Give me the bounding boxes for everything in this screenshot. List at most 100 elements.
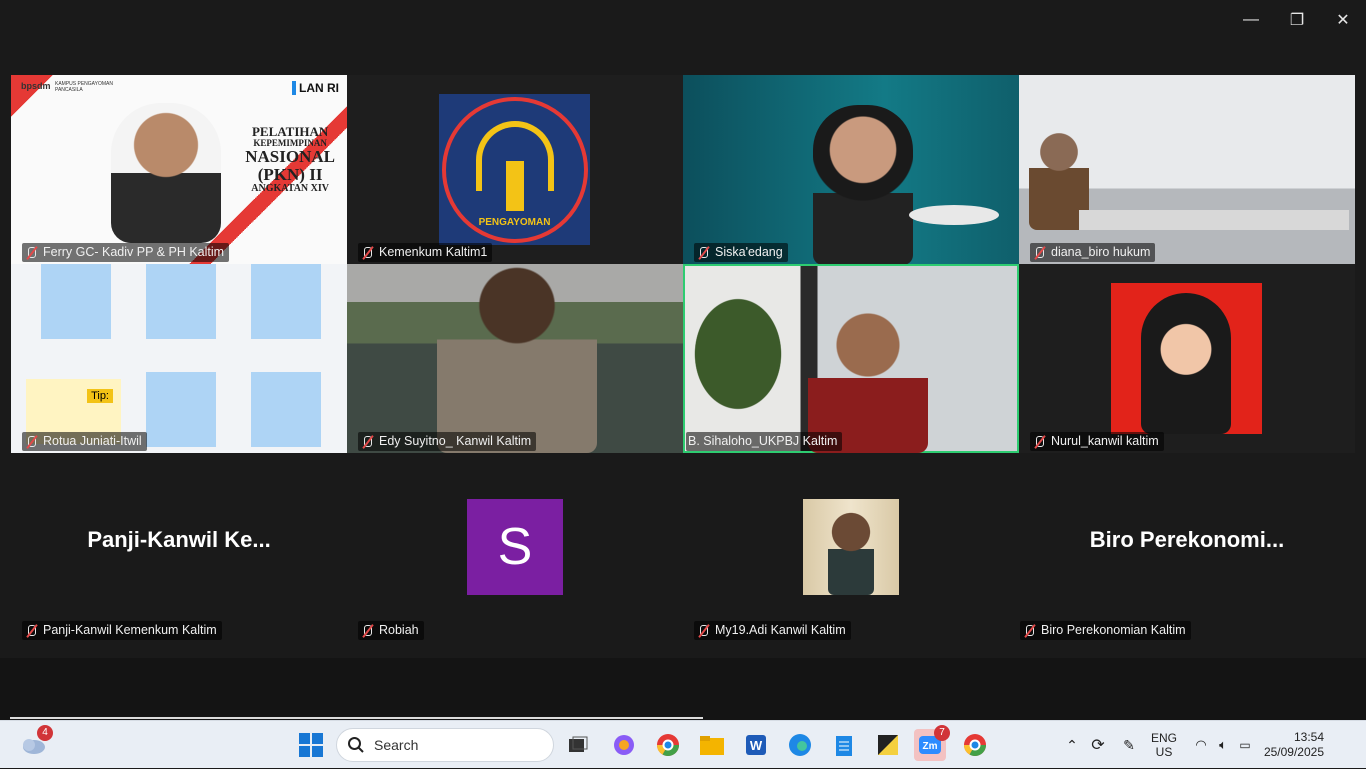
task-view-icon[interactable] — [562, 729, 594, 761]
screen-tutorial-card — [251, 264, 321, 339]
participant-name: Siska'edang — [715, 245, 783, 259]
video-tile-rotua[interactable]: Tip: Rotua Juniati-Itwil — [11, 264, 347, 453]
participant-name: Nurul_kanwil kaltim — [1051, 434, 1159, 448]
file-explorer-icon[interactable] — [696, 729, 728, 761]
language-indicator[interactable]: ENG US — [1144, 731, 1184, 759]
notification-badge: 4 — [37, 725, 53, 741]
avatar — [803, 499, 899, 595]
video-tile-ferry[interactable]: bpsdm KAMPUS PENGAYOMAN PANCASILA LAN RI… — [11, 75, 347, 264]
close-button[interactable]: ✕ — [1320, 0, 1366, 40]
sticky-notes-icon[interactable] — [872, 729, 904, 761]
edge-icon[interactable] — [784, 729, 816, 761]
copilot-icon[interactable] — [608, 729, 640, 761]
screen-tutorial-card — [41, 264, 111, 339]
zoom-icon[interactable]: Zm 7 — [914, 725, 950, 761]
participant-name: diana_biro hukum — [1051, 245, 1151, 259]
chrome-profile-icon[interactable] — [959, 729, 991, 761]
video-tile-biro[interactable]: Biro Perekonomi... Biro Perekonomian Kal… — [1019, 453, 1355, 642]
participant-video — [813, 105, 913, 264]
mic-muted-icon — [1032, 246, 1046, 260]
participant-label: Kemenkum Kaltim1 — [358, 243, 493, 262]
plant — [683, 284, 793, 424]
participant-name: Rotua Juniati-Itwil — [43, 434, 142, 448]
participant-name: B. Sihaloho_UKPBJ Kaltim — [688, 434, 838, 448]
participant-name: Biro Perekonomian Kaltim — [1041, 623, 1186, 637]
participant-label: Ferry GC- Kadiv PP & PH Kaltim — [22, 243, 230, 262]
zoom-meeting-window: — ❐ ✕ bpsdm KAMPUS PENGAYOMAN PANCASILA … — [0, 0, 1366, 720]
video-tile-diana[interactable]: diana_biro hukum — [1019, 75, 1355, 264]
pengayoman-logo: PENGAYOMAN — [439, 94, 590, 245]
mic-muted-icon — [696, 246, 710, 260]
mic-muted-icon — [24, 246, 38, 260]
participant-display-name: Biro Perekonomi... — [1089, 527, 1285, 552]
participant-name: Ferry GC- Kadiv PP & PH Kaltim — [43, 245, 225, 259]
restore-button[interactable]: ❐ — [1274, 0, 1320, 40]
clock[interactable]: 13:54 25/09/2025 — [1256, 730, 1324, 760]
participant-video — [437, 264, 597, 453]
minimize-button[interactable]: — — [1228, 0, 1274, 40]
participant-name: Robiah — [379, 623, 419, 637]
participant-label: My19.Adi Kanwil Kaltim — [694, 621, 851, 640]
participant-name: Panji-Kanwil Kemenkum Kaltim — [43, 623, 217, 637]
screen-tutorial-card — [146, 264, 216, 339]
video-tile-nurul[interactable]: Nurul_kanwil kaltim — [1019, 264, 1355, 453]
mic-muted-icon — [360, 624, 374, 638]
participant-label: Edy Suyitno_ Kanwil Kaltim — [358, 432, 537, 451]
video-tile-siska[interactable]: Siska'edang — [683, 75, 1019, 264]
chevron-up-icon[interactable]: ⌃ — [1062, 737, 1082, 754]
search-icon — [348, 737, 364, 753]
video-tile-panji[interactable]: Panji-Kanwil Ke... Panji-Kanwil Kemenkum… — [11, 453, 347, 642]
weather-widget[interactable]: 4 — [17, 725, 53, 761]
table — [909, 205, 999, 225]
start-button[interactable] — [295, 729, 327, 761]
video-tile-kemenkum[interactable]: PENGAYOMAN Kemenkum Kaltim1 — [347, 75, 683, 264]
mic-muted-icon — [24, 624, 38, 638]
screen-tutorial-card — [146, 372, 216, 447]
participant-label: Siska'edang — [694, 243, 788, 262]
participant-label: B. Sihaloho_UKPBJ Kaltim — [686, 432, 843, 451]
notification-badge: 7 — [934, 725, 950, 741]
banner-title: PELATIHAN KEPEMIMPINAN NASIONAL (PKN) II… — [245, 125, 335, 194]
logo-caption: PENGAYOMAN — [478, 216, 551, 228]
window-controls: — ❐ ✕ — [1228, 0, 1366, 40]
battery-icon[interactable]: ▭ — [1234, 738, 1256, 752]
chrome-icon[interactable] — [652, 729, 684, 761]
mic-muted-icon — [1032, 435, 1046, 449]
participant-label: Panji-Kanwil Kemenkum Kaltim — [22, 621, 222, 640]
volume-icon[interactable]: 🔈︎ — [1212, 737, 1234, 753]
participant-name: Edy Suyitno_ Kanwil Kaltim — [379, 434, 532, 448]
search-box[interactable]: Search — [336, 728, 554, 762]
video-tile-sihaloho[interactable]: B. Sihaloho_UKPBJ Kaltim — [683, 264, 1019, 453]
pen-icon[interactable]: ✎ — [1114, 737, 1144, 754]
participant-label: Nurul_kanwil kaltim — [1030, 432, 1164, 451]
campus-text: KAMPUS PENGAYOMAN PANCASILA — [55, 81, 113, 93]
lan-ri-logo: LAN RI — [292, 81, 339, 95]
video-tile-edy[interactable]: Edy Suyitno_ Kanwil Kaltim — [347, 264, 683, 453]
video-tile-robiah[interactable]: S Robiah — [347, 453, 683, 642]
participant-label: Biro Perekonomian Kaltim — [1020, 621, 1191, 640]
taskbar: 4 Search W Zm 7 ⌃ ⟳ ✎ ENG US ◠ 🔈︎ ▭ 13:5… — [0, 720, 1366, 768]
participant-label: Rotua Juniati-Itwil — [22, 432, 147, 451]
svg-text:W: W — [750, 738, 763, 753]
region-code: US — [1155, 745, 1173, 759]
sync-icon[interactable]: ⟳ — [1082, 735, 1114, 755]
bpsdm-logo: bpsdm — [21, 81, 51, 91]
participant-avatar-photo — [1111, 283, 1262, 434]
system-tray: ⌃ ⟳ ✎ ENG US ◠ 🔈︎ ▭ 13:54 25/09/2025 — [1062, 721, 1324, 769]
mic-muted-icon — [1022, 624, 1036, 638]
notepad-icon[interactable] — [828, 729, 860, 761]
mic-muted-icon — [360, 246, 374, 260]
loading-progress-bar — [10, 717, 703, 719]
conference-table — [1079, 210, 1349, 230]
meeting-bottom-area — [0, 658, 1366, 720]
participant-name: Kemenkum Kaltim1 — [379, 245, 488, 259]
banner-line1: PELATIHAN — [251, 124, 329, 139]
word-icon[interactable]: W — [740, 729, 772, 761]
participant-name: My19.Adi Kanwil Kaltim — [715, 623, 846, 637]
wifi-icon[interactable]: ◠ — [1190, 737, 1212, 753]
mic-muted-icon — [24, 435, 38, 449]
banner-line3: NASIONAL — [245, 147, 335, 167]
video-tile-adi[interactable]: My19.Adi Kanwil Kaltim — [683, 453, 1019, 642]
participant-label: diana_biro hukum — [1030, 243, 1156, 262]
tip-label: Tip: — [87, 389, 113, 403]
